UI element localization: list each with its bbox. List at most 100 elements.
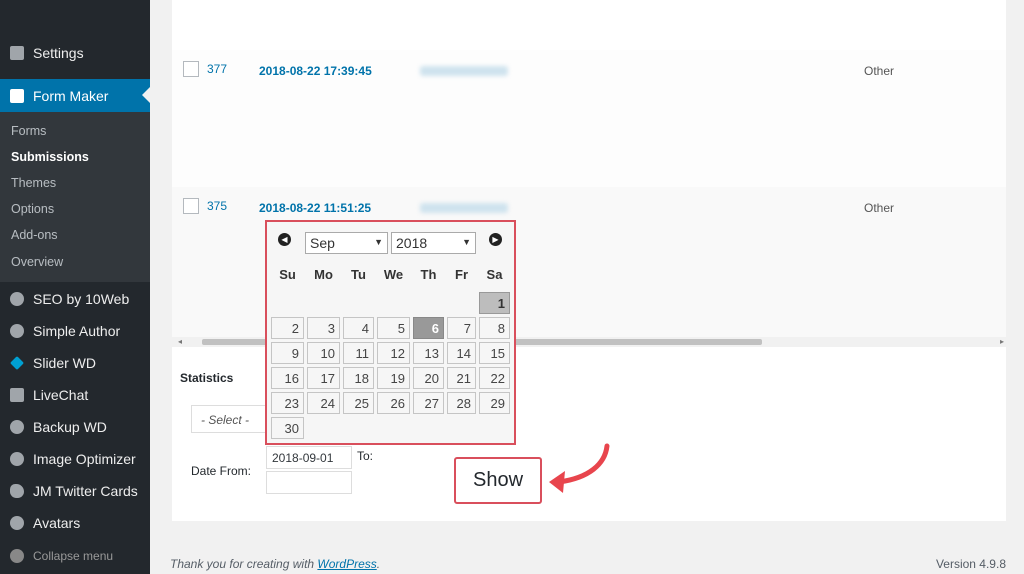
menu-form-maker-label: Form Maker xyxy=(33,87,109,104)
menu-avatars[interactable]: Avatars xyxy=(0,507,150,539)
month-select-value: Sep xyxy=(310,235,335,251)
month-caret-icon: ▼ xyxy=(374,237,383,247)
day-cell-15[interactable]: 15 xyxy=(479,342,510,364)
row-type: Other xyxy=(864,201,895,215)
author-icon xyxy=(10,324,24,338)
weekday-th: Th xyxy=(420,267,437,282)
scroll-left-icon[interactable]: ◂ xyxy=(178,337,182,346)
statistics-title: Statistics xyxy=(180,371,234,385)
weekday-su: Su xyxy=(279,267,296,282)
day-cell-5[interactable]: 5 xyxy=(377,317,410,339)
menu-backup-label: Backup WD xyxy=(33,419,107,435)
day-cell-16[interactable]: 16 xyxy=(271,367,304,389)
day-cell-28[interactable]: 28 xyxy=(447,392,476,414)
menu-form-maker[interactable]: Form Maker xyxy=(0,79,150,112)
footer-version: Version 4.9.8 xyxy=(935,557,1006,571)
day-cell-23[interactable]: 23 xyxy=(271,392,304,414)
weekday-sa: Sa xyxy=(486,267,503,282)
row-date-link[interactable]: 2018-08-22 11:51:25 xyxy=(259,201,371,215)
submenu-options[interactable]: Options xyxy=(11,202,54,216)
row-ip-blurred xyxy=(420,203,508,213)
day-cell-17[interactable]: 17 xyxy=(307,367,340,389)
collapse-menu[interactable]: Collapse menu xyxy=(0,540,150,572)
gauge-icon xyxy=(10,452,24,466)
field-select[interactable]: - Select - xyxy=(191,405,271,433)
row-checkbox[interactable] xyxy=(183,198,199,214)
wordpress-link[interactable]: WordPress xyxy=(317,557,376,571)
weekday-we: We xyxy=(383,267,404,282)
year-caret-icon: ▼ xyxy=(462,237,471,247)
day-cell-22[interactable]: 22 xyxy=(479,367,510,389)
admin-sidebar: Settings Form Maker Forms Submissions Th… xyxy=(0,0,150,574)
day-cell-13[interactable]: 13 xyxy=(413,342,444,364)
field-select-value: - Select - xyxy=(201,413,250,427)
day-cell-11[interactable]: 11 xyxy=(343,342,374,364)
year-select[interactable]: 2018 ▼ xyxy=(391,232,476,254)
day-cell-8[interactable]: 8 xyxy=(479,317,510,339)
footer-thanks-prefix: Thank you for creating with xyxy=(170,557,318,571)
weekday-mo: Mo xyxy=(314,267,333,282)
row-id-link[interactable]: 375 xyxy=(207,199,227,213)
settings-icon xyxy=(10,46,24,60)
weekday-fr: Fr xyxy=(455,267,468,282)
row-ip-blurred xyxy=(420,66,508,76)
menu-slider-wd[interactable]: Slider WD xyxy=(0,347,150,379)
row-checkbox[interactable] xyxy=(183,61,199,77)
date-to-input[interactable] xyxy=(266,471,352,494)
footer-thanks-suffix: . xyxy=(376,557,381,571)
menu-simple-author-label: Simple Author xyxy=(33,323,121,339)
menu-simple-author[interactable]: Simple Author xyxy=(0,315,150,347)
day-cell-25[interactable]: 25 xyxy=(343,392,374,414)
collapse-menu-label: Collapse menu xyxy=(33,549,114,563)
day-cell-27[interactable]: 27 xyxy=(413,392,444,414)
day-cell-26[interactable]: 26 xyxy=(377,392,410,414)
day-cell-3[interactable]: 3 xyxy=(307,317,340,339)
date-from-value: 2018-09-01 xyxy=(272,451,334,465)
next-month-icon[interactable]: ▶ xyxy=(489,233,502,246)
row-id-link[interactable]: 377 xyxy=(207,62,227,76)
submenu-forms[interactable]: Forms xyxy=(11,124,46,138)
date-from-input[interactable]: 2018-09-01 xyxy=(266,446,352,469)
submenu-submissions[interactable]: Submissions xyxy=(11,150,89,164)
form-maker-icon xyxy=(10,88,24,103)
cloud-icon xyxy=(10,420,24,434)
month-select[interactable]: Sep ▼ xyxy=(305,232,388,254)
day-cell-4[interactable]: 4 xyxy=(343,317,374,339)
menu-backup-wd[interactable]: Backup WD xyxy=(0,411,150,443)
day-cell-1[interactable]: 1 xyxy=(479,292,510,314)
menu-seo-by-10web[interactable]: SEO by 10Web xyxy=(0,283,150,315)
menu-settings-label: Settings xyxy=(33,45,84,61)
scroll-right-icon[interactable]: ▸ xyxy=(1000,337,1004,346)
row-date-link[interactable]: 2018-08-22 17:39:45 xyxy=(259,64,372,78)
footer-thanks: Thank you for creating with WordPress. xyxy=(170,557,380,571)
menu-livechat-label: LiveChat xyxy=(33,387,89,403)
day-cell-30[interactable]: 30 xyxy=(271,417,304,439)
submenu-themes[interactable]: Themes xyxy=(11,176,56,190)
day-cell-20[interactable]: 20 xyxy=(413,367,444,389)
day-cell-2[interactable]: 2 xyxy=(271,317,304,339)
day-cell-18[interactable]: 18 xyxy=(343,367,374,389)
date-from-label: Date From: xyxy=(191,464,252,478)
day-cell-6[interactable]: 6 xyxy=(413,317,444,339)
collapse-icon xyxy=(10,549,24,563)
menu-settings[interactable]: Settings xyxy=(0,37,150,69)
day-cell-29[interactable]: 29 xyxy=(479,392,510,414)
prev-month-icon[interactable]: ◀ xyxy=(278,233,291,246)
day-cell-12[interactable]: 12 xyxy=(377,342,410,364)
day-cell-14[interactable]: 14 xyxy=(447,342,476,364)
menu-livechat[interactable]: LiveChat xyxy=(0,379,150,411)
day-cell-7[interactable]: 7 xyxy=(447,317,476,339)
day-cell-10[interactable]: 10 xyxy=(307,342,340,364)
menu-twitter-label: JM Twitter Cards xyxy=(33,483,138,499)
menu-jm-twitter-cards[interactable]: JM Twitter Cards xyxy=(0,475,150,507)
menu-image-optimizer[interactable]: Image Optimizer xyxy=(0,443,150,475)
seo-icon xyxy=(10,292,24,306)
year-select-value: 2018 xyxy=(396,235,428,251)
day-cell-9[interactable]: 9 xyxy=(271,342,304,364)
submenu-add-ons[interactable]: Add-ons xyxy=(11,228,58,242)
day-cell-21[interactable]: 21 xyxy=(447,367,476,389)
day-cell-19[interactable]: 19 xyxy=(377,367,410,389)
day-cell-24[interactable]: 24 xyxy=(307,392,340,414)
show-button[interactable]: Show xyxy=(454,457,542,504)
submenu-overview[interactable]: Overview xyxy=(11,255,63,269)
